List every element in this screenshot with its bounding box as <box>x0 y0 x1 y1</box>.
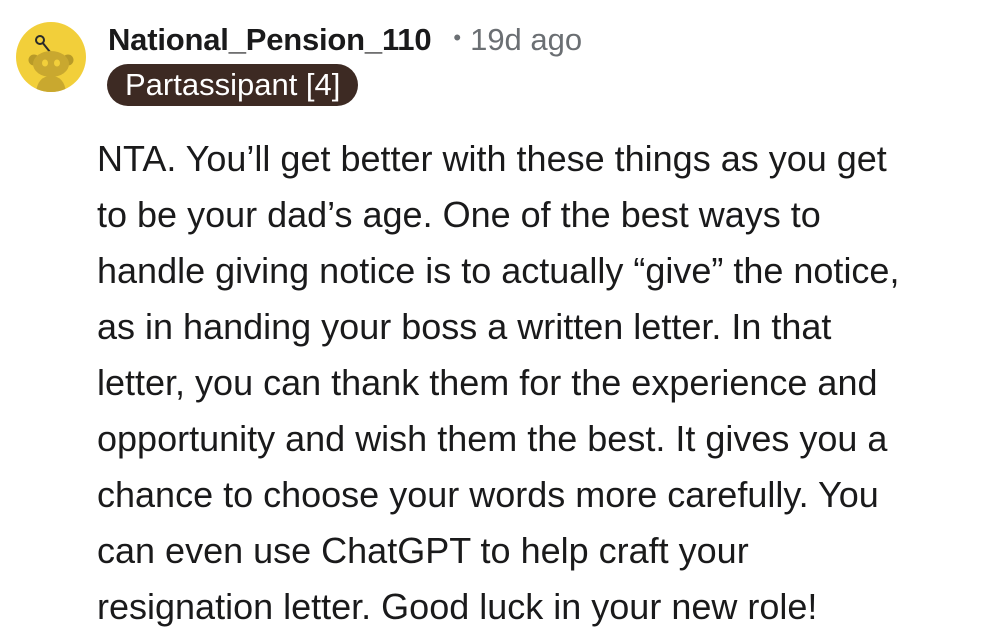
user-flair-badge: Partassipant [4] <box>107 64 359 106</box>
comment-header: National_Pension_110 • 19d ago <box>108 20 582 60</box>
comment-body: NTA. You’ll get better with these things… <box>97 131 987 635</box>
comment-body-line: as in handing your boss a written letter… <box>97 306 832 347</box>
reddit-snoo-avatar-icon <box>28 35 74 92</box>
comment-body-line: opportunity and wish them the best. It g… <box>97 418 888 459</box>
comment-body-line: resignation letter. Good luck in your ne… <box>97 586 818 627</box>
meta-separator: • <box>453 25 462 50</box>
comment-body-line: can even use ChatGPT to help craft your <box>97 530 749 571</box>
comment-body-line: letter, you can thank them for the exper… <box>97 362 878 403</box>
comment-body-line: chance to choose your words more careful… <box>97 474 879 515</box>
comment-body-line: NTA. You’ll get better with these things… <box>97 138 887 179</box>
avatar[interactable] <box>16 22 86 92</box>
comment-card: National_Pension_110 • 19d ago Partassip… <box>0 0 994 637</box>
username-link[interactable]: National_Pension_110 <box>108 22 432 58</box>
comment-body-line: handle giving notice is to actually “giv… <box>97 250 900 291</box>
comment-body-line: to be your dad’s age. One of the best wa… <box>97 194 821 235</box>
comment-timestamp: 19d ago <box>470 22 583 57</box>
